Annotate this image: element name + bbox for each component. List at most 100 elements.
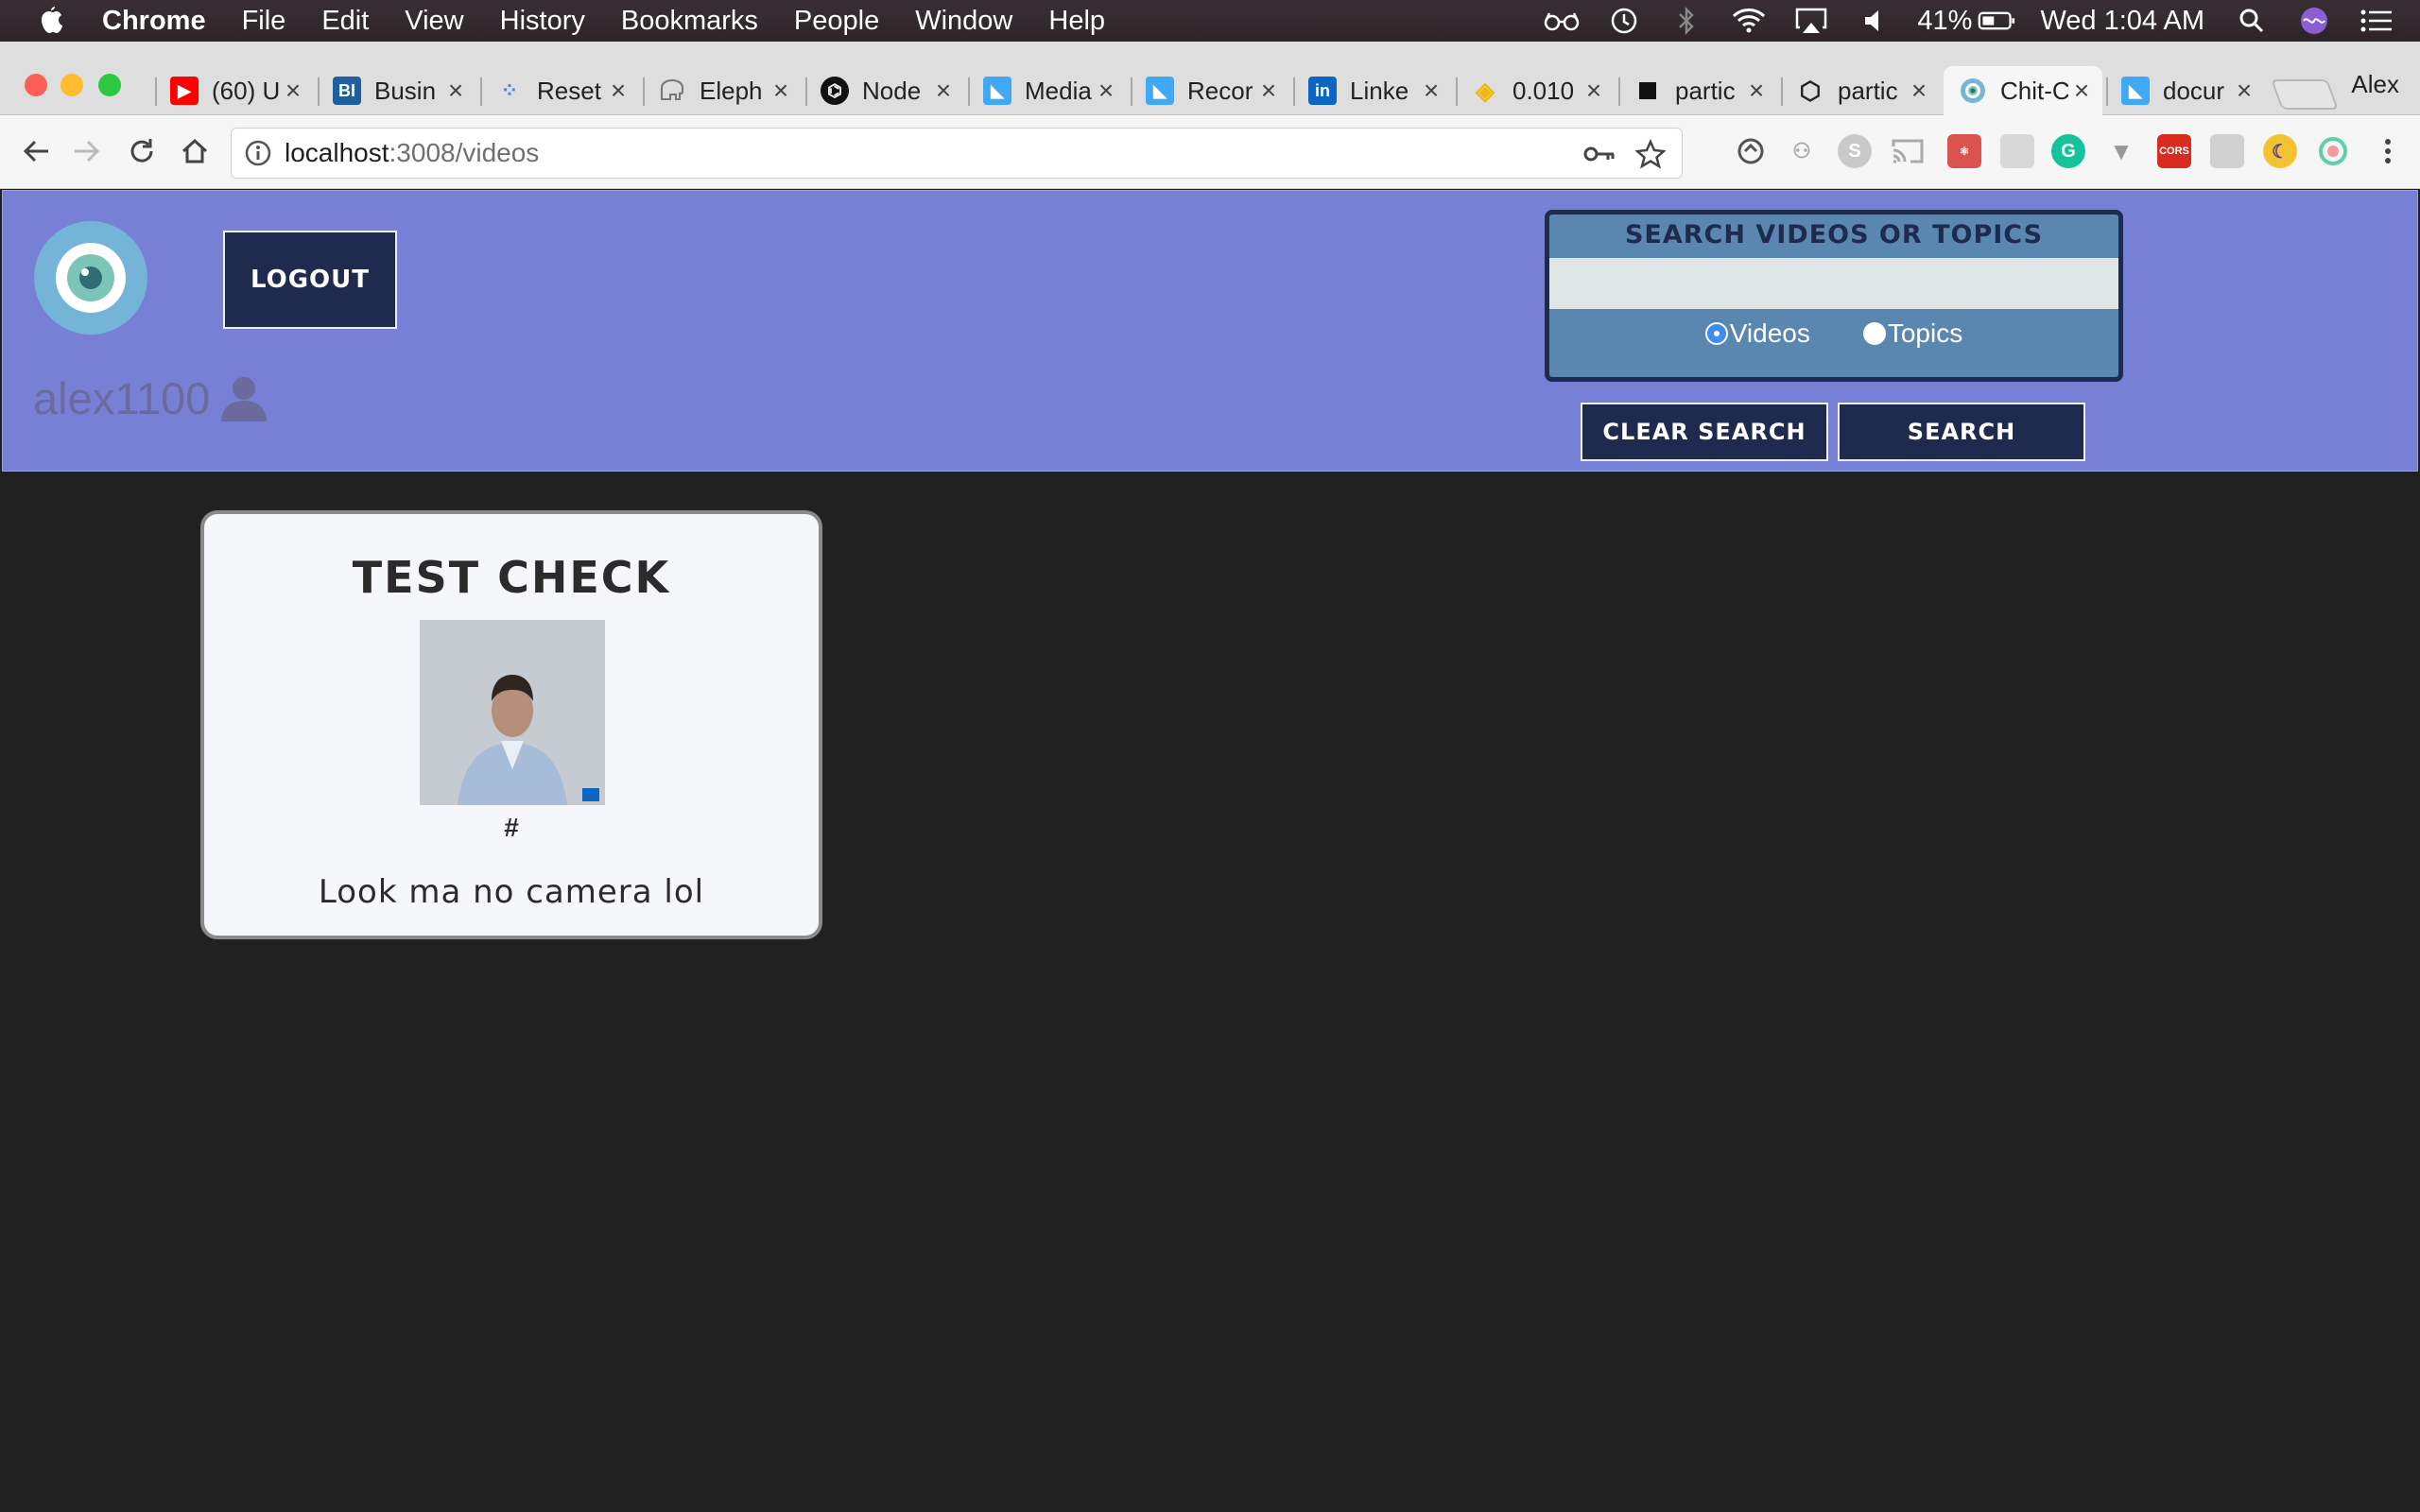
extension-sitemap-icon[interactable]: ⚇ (1785, 134, 1819, 168)
vue-devtools-icon[interactable]: ▼ (2104, 134, 2138, 168)
menu-window[interactable]: Window (915, 6, 1012, 37)
chrome-menu-icon[interactable] (2371, 134, 2405, 168)
tab-reset[interactable]: ⁘ Reset × (480, 68, 639, 113)
codepen-icon: ⬡ (1799, 76, 1822, 105)
video-hashtag[interactable]: # (204, 813, 819, 843)
tab-docs[interactable]: ◣ docur × (2106, 68, 2265, 113)
menu-file[interactable]: File (242, 6, 286, 37)
close-icon[interactable]: × (1906, 76, 1932, 106)
radio-videos[interactable] (1704, 322, 1728, 345)
tab-github[interactable]: ⌬ Node × (805, 68, 964, 113)
close-icon[interactable]: × (605, 76, 631, 106)
close-icon[interactable]: × (1743, 76, 1770, 106)
radio-option-topics[interactable]: Topics (1862, 318, 1962, 349)
reading-glasses-icon[interactable] (1543, 6, 1581, 36)
close-window-button[interactable] (25, 74, 47, 96)
search-button[interactable]: Search (1838, 403, 2085, 461)
video-thumbnail[interactable] (420, 620, 605, 805)
extension-sync-icon[interactable] (1734, 134, 1768, 168)
menu-view[interactable]: View (405, 6, 463, 37)
tab-linkedin[interactable]: in Linke × (1293, 68, 1452, 113)
new-tab-button[interactable] (2271, 79, 2339, 110)
clear-search-button[interactable]: Clear Search (1581, 403, 1828, 461)
tab-particle-1[interactable]: partic × (1618, 68, 1777, 113)
tab-business-insider[interactable]: BI Busin × (318, 68, 476, 113)
url-path: :3008/videos (389, 138, 540, 167)
apple-icon[interactable] (38, 5, 66, 37)
logout-button[interactable]: Logout (223, 231, 397, 329)
profile-name[interactable]: Alex (2351, 70, 2399, 99)
extension-screen-icon[interactable] (2210, 134, 2244, 168)
square-icon (1634, 77, 1662, 105)
dots-icon: ⁘ (500, 78, 519, 102)
react-devtools-icon[interactable]: ⚛ (1947, 134, 1981, 168)
tab-label: 0.010 (1512, 76, 1575, 105)
tab-label: Recor (1187, 76, 1253, 105)
macos-menu-bar: Chrome File Edit View History Bookmarks … (0, 0, 2420, 42)
info-icon[interactable] (245, 140, 271, 166)
password-key-icon[interactable] (1583, 138, 1616, 170)
bluetooth-icon[interactable] (1668, 6, 1705, 36)
github-icon: ⌬ (821, 77, 849, 105)
tab-binance[interactable]: ◈ 0.010 × (1456, 68, 1615, 113)
skype-icon[interactable]: S (1838, 134, 1872, 168)
close-icon[interactable]: × (1255, 76, 1282, 106)
back-icon[interactable] (17, 132, 55, 170)
notification-center-icon[interactable] (2358, 6, 2395, 36)
time-machine-icon[interactable] (1605, 6, 1643, 36)
night-mode-icon[interactable]: ☾ (2263, 134, 2297, 168)
url-host: localhost (285, 138, 389, 167)
close-icon[interactable]: × (1418, 76, 1444, 106)
grammarly-icon[interactable]: G (2051, 134, 2085, 168)
tab-label: (60) U (212, 76, 280, 105)
volume-icon[interactable] (1855, 6, 1893, 36)
tab-chit-chat-active[interactable]: Chit-C × (1944, 66, 2102, 115)
tab-particle-2[interactable]: ⬡ partic × (1781, 68, 1940, 113)
tab-record[interactable]: ◣ Recor × (1131, 68, 1289, 113)
clock[interactable]: Wed 1:04 AM (2040, 6, 2204, 37)
siri-icon[interactable] (2295, 6, 2333, 36)
menu-people[interactable]: People (794, 6, 879, 37)
eye-logo-icon (1959, 77, 1987, 105)
close-icon[interactable]: × (2231, 76, 2257, 106)
elephant-icon (658, 77, 686, 105)
menu-bookmarks[interactable]: Bookmarks (621, 6, 758, 37)
close-icon[interactable]: × (768, 76, 794, 106)
forward-icon[interactable] (68, 132, 106, 170)
reload-icon[interactable] (123, 132, 161, 170)
menu-edit[interactable]: Edit (321, 6, 369, 37)
close-icon[interactable]: × (1581, 76, 1607, 106)
browser-tab-strip: ▶ (60) U × BI Busin × ⁘ Reset × Eleph × … (0, 42, 2420, 115)
extension-blank-icon[interactable] (2000, 134, 2034, 168)
battery-icon[interactable] (1978, 6, 2015, 36)
spotlight-search-icon[interactable] (2233, 6, 2271, 36)
wifi-icon[interactable] (1730, 6, 1768, 36)
menu-app-name[interactable]: Chrome (102, 6, 206, 37)
eye-logo-icon[interactable] (34, 221, 147, 335)
cast-icon[interactable] (1891, 134, 1925, 168)
menu-history[interactable]: History (500, 6, 585, 37)
radio-option-videos[interactable]: Videos (1704, 318, 1810, 349)
tab-youtube[interactable]: ▶ (60) U × (155, 68, 314, 113)
close-icon[interactable]: × (2068, 76, 2095, 106)
video-description: Look ma no camera lol (318, 873, 705, 911)
address-bar[interactable]: localhost :3008/videos (231, 128, 1683, 179)
radio-videos-label: Videos (1729, 318, 1810, 348)
close-icon[interactable]: × (442, 76, 469, 106)
close-icon[interactable]: × (930, 76, 957, 106)
close-icon[interactable]: × (1093, 76, 1119, 106)
close-icon[interactable]: × (280, 76, 306, 106)
zoom-window-button[interactable] (98, 74, 121, 96)
extension-ring-icon[interactable] (2316, 134, 2350, 168)
menu-help[interactable]: Help (1048, 6, 1105, 37)
radio-topics[interactable] (1862, 322, 1886, 345)
airplay-icon[interactable] (1792, 6, 1830, 36)
tab-media[interactable]: ◣ Media × (968, 68, 1127, 113)
video-card[interactable]: Test Check # Look ma no camera lol (200, 510, 822, 939)
home-icon[interactable] (176, 132, 214, 170)
bookmark-star-icon[interactable] (1634, 138, 1667, 170)
search-input[interactable] (1549, 258, 2118, 309)
minimize-window-button[interactable] (60, 74, 83, 96)
tab-elephant[interactable]: Eleph × (643, 68, 802, 113)
cors-icon[interactable]: CORS (2157, 134, 2191, 168)
